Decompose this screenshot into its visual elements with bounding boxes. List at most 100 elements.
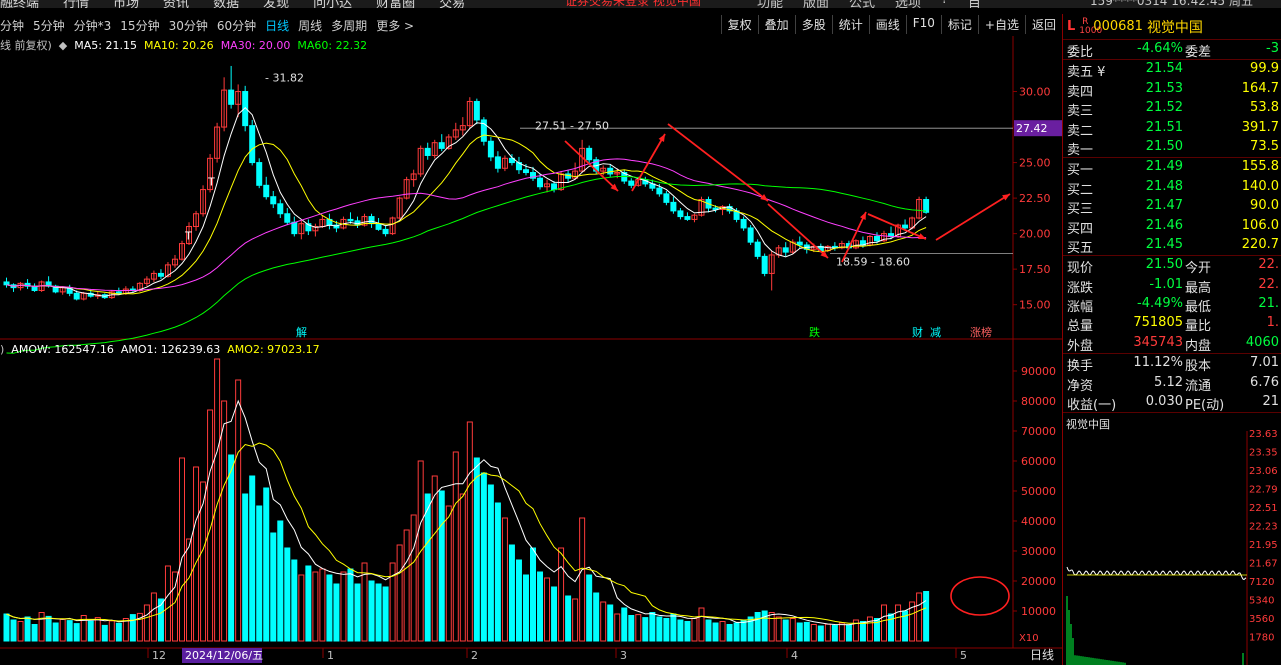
candle-body — [487, 140, 494, 158]
quote-value-2: 73.5 — [1250, 138, 1279, 154]
tool-button-3[interactable]: 统计 — [831, 15, 869, 34]
volume-bar — [859, 621, 866, 642]
tool-button-2[interactable]: 多股 — [794, 15, 832, 34]
quote-value-2: 220.7 — [1241, 236, 1279, 252]
period-tab-2[interactable]: 分钟*3 — [74, 17, 112, 34]
period-tab-6[interactable]: 日线 — [265, 17, 289, 34]
volume-bar — [291, 559, 298, 642]
period-tab-5[interactable]: 60分钟 — [217, 17, 256, 34]
period-tab-4[interactable]: 30分钟 — [169, 17, 208, 34]
r-badge-icon: R 1000 — [1079, 16, 1103, 36]
top-menu-item-8[interactable]: 交易 — [439, 0, 465, 8]
volume-bar — [888, 613, 895, 642]
quote-row: 净资 5.12 流通 6.76 — [1063, 374, 1281, 394]
volume-bar — [73, 623, 80, 642]
quote-value-2: -3 — [1266, 41, 1279, 56]
top-menu-item-3[interactable]: 资讯 — [163, 0, 189, 8]
period-tab-0[interactable]: 分钟 — [0, 17, 24, 34]
tool-button-1[interactable]: 叠加 — [757, 15, 795, 34]
top-menu-item-7[interactable]: 财富圈 — [376, 0, 415, 8]
marker-t-2: T — [184, 229, 192, 242]
tool-button-0[interactable]: 复权 — [720, 15, 758, 34]
top-menu-item-0[interactable]: 融终端 — [0, 0, 39, 8]
top-menu-right-items[interactable]: 功能 版面 公式 选项? 目 — [757, 0, 1001, 8]
range-high-label: 27.51 - 27.50 — [535, 120, 609, 133]
volume-bar — [881, 604, 887, 642]
quote-value: 21.53 — [1145, 80, 1183, 96]
top-menu-item-5[interactable]: 发现 — [263, 0, 289, 8]
tool-button-4[interactable]: 画线 — [868, 15, 906, 34]
period-tab-7[interactable]: 周线 — [298, 17, 322, 34]
date-tick-label: 3 — [620, 649, 627, 662]
period-tabs: 分钟 5分钟 分钟*3 15分钟 30分钟 60分钟 日线 周线 多周期 更多 > — [0, 17, 423, 34]
quote-label-2: 流通 — [1185, 378, 1212, 394]
mini-tick-label: 3560 — [1249, 614, 1274, 625]
quote-value-2: 106.0 — [1241, 217, 1279, 233]
period-tab-8[interactable]: 多周期 — [331, 17, 367, 34]
volume-bar — [558, 547, 565, 642]
ma30-line — [6, 158, 927, 292]
quote-row: 买五 21.45 220.7 — [1063, 236, 1281, 256]
top-menu-right-item-5[interactable]: 目 — [968, 0, 981, 8]
tool-button-7[interactable]: +自选 — [977, 15, 1025, 34]
candle-body — [684, 216, 691, 220]
mini-tick-label: 7120 — [1249, 577, 1274, 588]
range-low-label: 18.59 - 18.60 — [836, 256, 910, 269]
top-menu-item-6[interactable]: 问小达 — [313, 0, 352, 8]
volume-bar — [94, 617, 101, 642]
volume-bar — [410, 514, 417, 642]
candle-body — [375, 223, 382, 230]
volume-bar — [186, 538, 193, 642]
ma60-label: MA60: 22.32 — [297, 39, 368, 52]
candle-body — [754, 241, 761, 257]
tool-button-8[interactable]: 返回 — [1024, 15, 1062, 34]
volume-bar — [59, 618, 66, 642]
period-tab-9[interactable]: 更多 > — [376, 17, 414, 34]
quote-label: 外盘 — [1067, 338, 1094, 354]
quote-label-2: 量比 — [1185, 319, 1212, 335]
quote-row: 涨跌 -1.01 最高 22. — [1063, 276, 1281, 296]
quote-value: 11.12% — [1133, 355, 1183, 371]
intraday-mini-chart[interactable]: 视觉中国 23.63 23.35 23.06 22.79 22.51 22.23 21.95… — [1063, 412, 1281, 665]
quote-value-2: 391.7 — [1241, 119, 1279, 135]
volume-bar — [663, 618, 670, 642]
top-menu-right-item-2[interactable]: 公式 — [849, 0, 875, 8]
tool-button-5[interactable]: F10 — [905, 15, 941, 34]
volume-bar — [501, 517, 508, 642]
volume-bar — [817, 625, 824, 642]
trend-arrow — [935, 193, 1011, 241]
top-menu-item-4[interactable]: 数据 — [213, 0, 239, 8]
price-tick-label: 17.50 — [1019, 263, 1051, 276]
volume-bar — [235, 379, 242, 642]
top-menu-item-1[interactable]: 行情 — [63, 0, 89, 8]
mini-tick-label: 1780 — [1249, 633, 1274, 644]
candle-body — [228, 89, 235, 105]
volume-bar — [656, 616, 663, 642]
ma-legend-prefix: 线 前复权) — [0, 39, 52, 52]
top-menu-item-2[interactable]: 市场 — [113, 0, 139, 8]
quote-value-2: 155.8 — [1241, 159, 1279, 175]
price-tick-label: 25.00 — [1019, 157, 1051, 170]
volume-bar — [326, 574, 333, 642]
quote-value: 21.45 — [1145, 236, 1183, 252]
period-tab-3[interactable]: 15分钟 — [120, 17, 159, 34]
period-tab-1[interactable]: 5分钟 — [33, 17, 65, 34]
ma10-line — [6, 134, 927, 295]
top-menu-right-item-4[interactable]: ? — [941, 0, 948, 8]
kline-chart[interactable]: 30.0027.5025.0022.5020.0017.5015.0090000… — [0, 36, 1062, 665]
volume-bar — [642, 617, 649, 642]
volume-bar — [726, 624, 733, 642]
selected-date-label: 2024/12/06/五 — [185, 649, 263, 662]
top-menu-items[interactable]: 融终端 行情 市场 资讯 数据 发现 问小达 财富圈 交易 — [0, 0, 489, 8]
top-menu-right-item-3[interactable]: 选项 — [895, 0, 921, 8]
top-menu-right-item-1[interactable]: 版面 — [803, 0, 829, 8]
gear-icon[interactable]: ◆ — [55, 39, 70, 52]
top-menu-right-item-0[interactable]: 功能 — [757, 0, 783, 8]
volume-bar — [66, 620, 73, 642]
volume-bar — [719, 621, 726, 642]
quote-label-2: 最高 — [1185, 280, 1212, 296]
quote-label: 买五 — [1067, 240, 1094, 256]
volume-bar — [649, 612, 656, 642]
quote-value-2: 6.76 — [1250, 374, 1279, 390]
tool-button-6[interactable]: 标记 — [940, 15, 978, 34]
